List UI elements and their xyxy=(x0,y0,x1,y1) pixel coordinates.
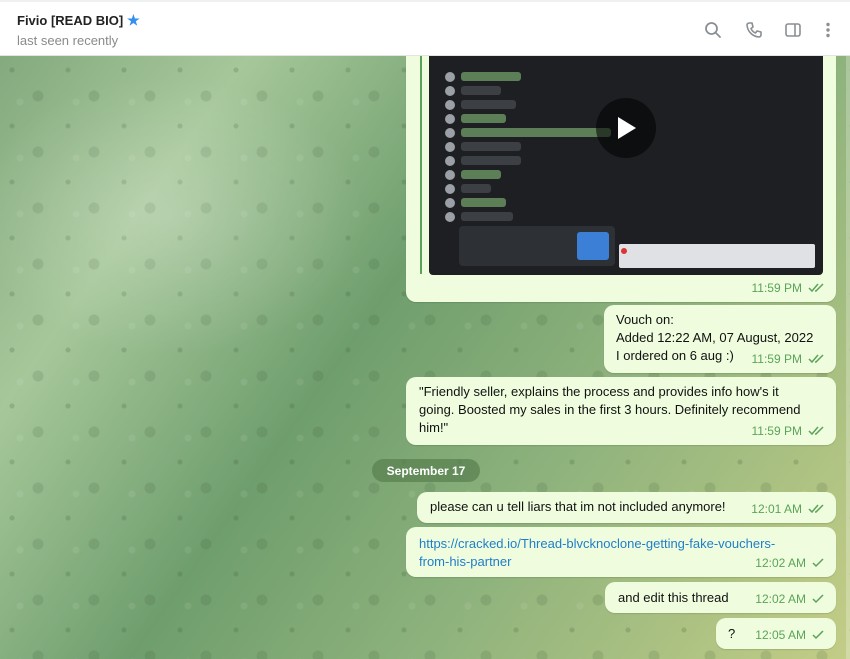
message-time: 12:02 AM xyxy=(755,556,806,570)
play-button[interactable] xyxy=(596,98,656,158)
message-bubble[interactable]: Vouch on: Added 12:22 AM, 07 August, 202… xyxy=(604,305,836,373)
message-bubble[interactable]: https://cracked.io/Thread-blvcknoclone-g… xyxy=(406,527,836,577)
phone-icon[interactable] xyxy=(743,19,765,41)
link-line[interactable]: https://cracked.io/Thread-blvcknoclone-g… xyxy=(419,535,824,553)
more-vertical-icon[interactable] xyxy=(817,19,839,41)
message-time: 11:59 PM xyxy=(751,352,802,366)
chat-status: last seen recently xyxy=(17,33,119,48)
search-icon[interactable] xyxy=(702,19,724,41)
message-line: Vouch on: xyxy=(616,312,674,327)
message-time: 12:05 AM xyxy=(755,628,806,642)
message-meta: 11:59 PM xyxy=(752,279,826,297)
single-check-icon xyxy=(812,630,824,640)
message-time: 11:59 PM xyxy=(751,424,802,438)
double-check-icon xyxy=(808,354,824,364)
play-icon xyxy=(618,117,636,139)
date-separator: September 17 xyxy=(372,459,480,482)
chat-header: Fivio [READ BIO] ★ last seen recently xyxy=(0,0,850,56)
message-line: going. Boosted my sales in the first 3 h… xyxy=(419,402,801,417)
message-meta: 11:59 PM xyxy=(752,350,826,368)
message-bubble[interactable]: and edit this thread 12:02 AM xyxy=(605,582,836,613)
double-check-icon xyxy=(808,426,824,436)
double-check-icon xyxy=(808,504,824,514)
message-time: 11:59 PM xyxy=(751,281,802,295)
double-check-icon xyxy=(808,283,824,293)
message-line: Added 12:22 AM, 07 August, 2022 xyxy=(616,330,814,345)
chat-title-row[interactable]: Fivio [READ BIO] ★ xyxy=(17,12,140,29)
chat-title[interactable]: Fivio [READ BIO] xyxy=(17,13,123,28)
video-thumbnail[interactable] xyxy=(429,56,823,275)
message-meta: 12:01 AM xyxy=(751,500,826,518)
message-meta: 12:02 AM xyxy=(755,590,826,608)
reply-accent-bar xyxy=(420,56,422,274)
message-meta: 12:02 AM xyxy=(755,554,826,572)
message-meta: 11:59 PM xyxy=(752,422,826,440)
single-check-icon xyxy=(812,594,824,604)
single-check-icon xyxy=(812,558,824,568)
message-line: "Friendly seller, explains the process a… xyxy=(419,384,779,399)
message-meta: 12:05 AM xyxy=(755,626,826,644)
message-time: 12:01 AM xyxy=(751,502,802,516)
star-icon: ★ xyxy=(127,12,140,28)
sidebar-toggle-icon[interactable] xyxy=(782,19,804,41)
chat-scrollbar[interactable] xyxy=(846,56,850,659)
message-bubble[interactable]: "Friendly seller, explains the process a… xyxy=(406,377,836,445)
message-bubble[interactable]: ? 12:05 AM xyxy=(716,618,836,649)
message-time: 12:02 AM xyxy=(755,592,806,606)
message-bubble[interactable]: please can u tell liars that im not incl… xyxy=(417,492,836,523)
